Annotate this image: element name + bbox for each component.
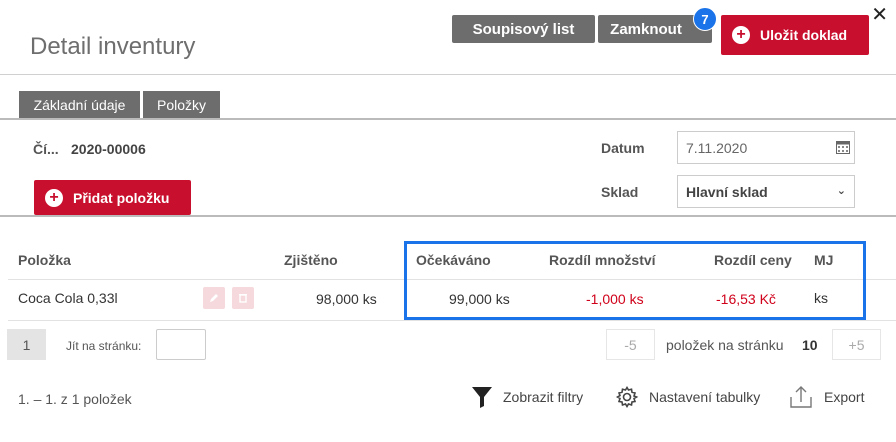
sklad-select[interactable]: Hlavní sklad ⌄ [677, 175, 855, 208]
close-icon[interactable]: ✕ [871, 5, 888, 25]
export-label: Export [824, 389, 865, 405]
datum-input[interactable]: 7.11.2020 [677, 131, 855, 164]
cell-polozka: Coca Cola 0,33l [18, 290, 118, 306]
delete-button[interactable] [232, 287, 254, 309]
highlight-box [404, 241, 866, 320]
ulozit-doklad-button[interactable]: + Uložit doklad [721, 15, 869, 55]
tabs-divider [0, 118, 896, 120]
jump-to-page-label: Jít na stránku: [66, 339, 142, 353]
page-button-1[interactable]: 1 [7, 329, 46, 360]
gear-icon [615, 385, 639, 409]
plus-circle-icon: + [45, 188, 63, 207]
sklad-label: Sklad [601, 184, 639, 200]
per-page-value: 10 [802, 337, 818, 353]
edit-icon [210, 294, 218, 302]
ulozit-doklad-label: Uložit doklad [760, 27, 848, 43]
pridat-polozku-label: Přidat položku [73, 189, 170, 206]
plus-circle-icon: + [732, 26, 750, 44]
jump-to-page-input[interactable] [156, 329, 206, 360]
edit-button[interactable] [203, 287, 225, 309]
page-title: Detail inventury [30, 33, 196, 60]
zamknout-label: Zamknout [610, 20, 682, 38]
column-header-zjisteno[interactable]: Zjištěno [284, 252, 338, 268]
per-page-label: položek na stránku [666, 337, 784, 353]
column-header-polozka[interactable]: Položka [18, 252, 71, 268]
per-page-decrease-button[interactable]: -5 [606, 329, 655, 360]
item-count-label: 1. – 1. z 1 položek [18, 391, 132, 407]
form-divider [0, 215, 896, 217]
tab-polozky[interactable]: Položky [143, 91, 220, 119]
tab-zakladni-udaje[interactable]: Základní údaje [19, 91, 140, 119]
sklad-value: Hlavní sklad [686, 183, 768, 200]
show-filters-button[interactable]: Zobrazit filtry [471, 382, 583, 412]
cell-zjisteno: 98,000 ks [316, 291, 377, 307]
notification-badge: 7 [693, 7, 717, 31]
table-row-divider [8, 320, 896, 321]
soupisovy-list-button[interactable]: Soupisový list [452, 15, 595, 43]
header-divider [0, 74, 896, 75]
calendar-icon[interactable] [836, 140, 850, 154]
export-button[interactable]: Export [788, 382, 864, 412]
delete-icon [239, 294, 247, 303]
chevron-down-icon: ⌄ [836, 185, 846, 197]
pridat-polozku-button[interactable]: + Přidat položku [34, 180, 191, 215]
table-settings-label: Nastavení tabulky [649, 389, 761, 405]
datum-value: 7.11.2020 [686, 139, 748, 156]
cislo-value: 2020-00006 [71, 141, 146, 157]
per-page-increase-button[interactable]: +5 [832, 329, 881, 360]
filter-icon [472, 387, 492, 408]
cislo-label: Čí... [33, 141, 59, 157]
export-icon [790, 386, 812, 408]
show-filters-label: Zobrazit filtry [503, 389, 584, 405]
table-settings-button[interactable]: Nastavení tabulky [615, 382, 760, 412]
datum-label: Datum [601, 140, 645, 156]
